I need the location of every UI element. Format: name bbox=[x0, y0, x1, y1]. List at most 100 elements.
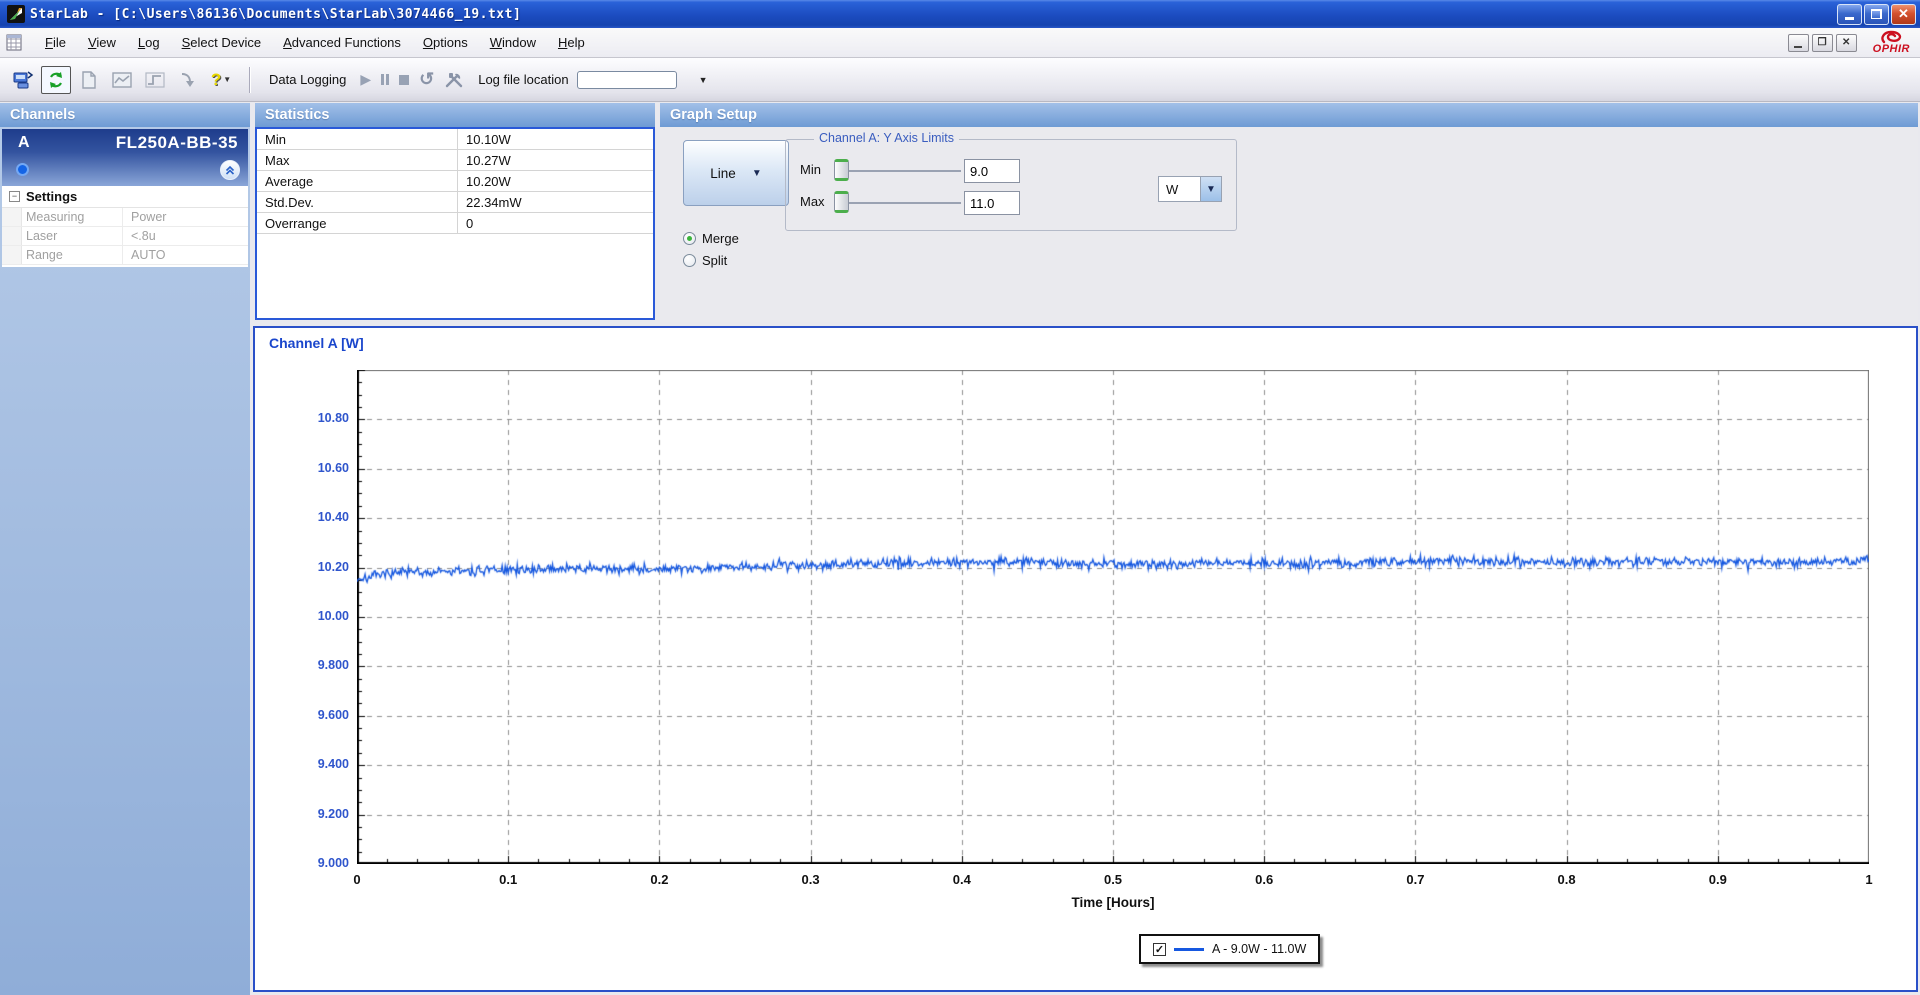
ophir-logo: OPHIR bbox=[1873, 30, 1910, 55]
x-tick-0.1: 0.1 bbox=[499, 872, 517, 887]
settings-rows: MeasuringPowerLaser<.8uRangeAUTO bbox=[2, 208, 248, 265]
unit-value: W bbox=[1159, 177, 1200, 201]
y-tick-9.000: 9.000 bbox=[289, 856, 349, 870]
legend-checkbox[interactable]: ✓ bbox=[1153, 943, 1166, 956]
min-slider-track[interactable] bbox=[839, 170, 961, 172]
menu-bar: FileViewLogSelect DeviceAdvanced Functio… bbox=[0, 28, 1920, 58]
y-tick-9.200: 9.200 bbox=[289, 807, 349, 821]
stats-row-label: Min bbox=[257, 132, 457, 147]
settings-row-laser: Laser<.8u bbox=[2, 227, 248, 246]
split-radio[interactable]: Split bbox=[683, 253, 727, 268]
legend-line-sample bbox=[1174, 948, 1204, 951]
menu-window[interactable]: Window bbox=[480, 32, 546, 53]
merge-radio-label: Merge bbox=[702, 231, 739, 246]
x-tick-0.6: 0.6 bbox=[1255, 872, 1273, 887]
unit-select[interactable]: W ▼ bbox=[1158, 176, 1222, 202]
channel-model: FL250A-BB-35 bbox=[116, 133, 238, 153]
log-file-location-input[interactable] bbox=[577, 71, 677, 89]
x-axis-label: Time [Hours] bbox=[1071, 895, 1154, 910]
menu-help[interactable]: Help bbox=[548, 32, 595, 53]
tools-icon[interactable] bbox=[444, 71, 464, 89]
plot-type-dropdown[interactable]: Line ▼ bbox=[683, 140, 789, 206]
menu-file[interactable]: File bbox=[35, 32, 76, 53]
stats-row-stddev: Std.Dev.22.34mW bbox=[257, 192, 653, 213]
settings-expander[interactable]: − bbox=[9, 191, 20, 202]
document-grid-icon bbox=[6, 34, 25, 51]
merge-radio-icon bbox=[683, 232, 696, 245]
y-tick-9.400: 9.400 bbox=[289, 757, 349, 771]
minimize-icon bbox=[1845, 17, 1854, 20]
stats-row-value: 0 bbox=[457, 213, 653, 233]
split-radio-label: Split bbox=[702, 253, 727, 268]
menu-advanced-functions[interactable]: Advanced Functions bbox=[273, 32, 411, 53]
starlab-app-icon bbox=[7, 5, 25, 23]
graph-setup-panel: Graph Setup Line ▼ Channel A: Y Axis Lim… bbox=[660, 103, 1918, 322]
x-tick-0.4: 0.4 bbox=[953, 872, 971, 887]
select-device-button[interactable] bbox=[8, 66, 38, 94]
y-tick-10.80: 10.80 bbox=[289, 411, 349, 425]
close-icon: ✕ bbox=[1898, 6, 1909, 22]
toolbar: ? ▼ Data Logging ▶ ↺ Log file location ▼ bbox=[0, 58, 1920, 102]
y-max-input[interactable] bbox=[964, 191, 1020, 215]
restore-icon bbox=[1871, 9, 1882, 19]
collapse-channel-button[interactable] bbox=[220, 160, 240, 180]
chart-panel: Channel A [W] 10.8010.6010.4010.2010.009… bbox=[253, 326, 1918, 992]
y-tick-10.00: 10.00 bbox=[289, 609, 349, 623]
chart-button[interactable] bbox=[107, 66, 137, 94]
help-dropdown-icon: ▼ bbox=[223, 75, 231, 84]
mdi-minimize-icon bbox=[1794, 46, 1802, 48]
plot-type-value: Line bbox=[710, 166, 736, 181]
reset-icon[interactable]: ↺ bbox=[419, 69, 434, 90]
max-slider-track[interactable] bbox=[839, 202, 961, 204]
page-icon bbox=[80, 70, 98, 90]
menu-view[interactable]: View bbox=[78, 32, 126, 53]
statistics-panel: Statistics Min10.10WMax10.27WAverage10.2… bbox=[255, 103, 655, 320]
max-slider-handle[interactable] bbox=[834, 191, 849, 213]
mdi-minimize-button[interactable] bbox=[1788, 34, 1809, 52]
min-slider-handle[interactable] bbox=[834, 159, 849, 181]
x-tick-0.3: 0.3 bbox=[802, 872, 820, 887]
mdi-restore-button[interactable]: ❐ bbox=[1812, 34, 1833, 52]
minimize-button[interactable] bbox=[1837, 4, 1862, 25]
step-function-button[interactable] bbox=[140, 66, 170, 94]
unit-chevron-down-icon: ▼ bbox=[1200, 177, 1221, 201]
log-location-dropdown-icon[interactable]: ▼ bbox=[699, 75, 708, 85]
merge-radio[interactable]: Merge bbox=[683, 231, 739, 246]
stats-row-label: Max bbox=[257, 153, 457, 168]
close-button[interactable]: ✕ bbox=[1891, 4, 1916, 25]
chevron-up-icon bbox=[224, 164, 236, 176]
page-button[interactable] bbox=[74, 66, 104, 94]
stats-row-value: 22.34mW bbox=[457, 192, 653, 212]
refresh-button[interactable] bbox=[41, 66, 71, 94]
y-axis-limits-group: Channel A: Y Axis Limits Min Max W ▼ bbox=[785, 139, 1237, 231]
settings-row-value: <.8u bbox=[122, 227, 248, 245]
export-icon bbox=[178, 70, 198, 90]
y-min-input[interactable] bbox=[964, 159, 1020, 183]
chart-legend: ✓ A - 9.0W - 11.0W bbox=[1139, 934, 1320, 964]
ophir-swoosh-icon bbox=[1878, 30, 1904, 44]
export-button[interactable] bbox=[173, 66, 203, 94]
menu-select-device[interactable]: Select Device bbox=[172, 32, 271, 53]
settings-row-value: Power bbox=[122, 208, 248, 226]
restore-button[interactable] bbox=[1864, 4, 1889, 25]
menu-options[interactable]: Options bbox=[413, 32, 478, 53]
graph-setup-body: Line ▼ Channel A: Y Axis Limits Min Max … bbox=[660, 127, 1918, 322]
help-button[interactable]: ? ▼ bbox=[206, 66, 236, 94]
pause-icon[interactable] bbox=[381, 74, 389, 85]
chevron-down-icon: ▼ bbox=[752, 168, 762, 179]
refresh-icon bbox=[46, 70, 66, 90]
y-tick-10.60: 10.60 bbox=[289, 461, 349, 475]
help-icon: ? bbox=[211, 70, 221, 90]
x-tick-0.7: 0.7 bbox=[1406, 872, 1424, 887]
play-icon[interactable]: ▶ bbox=[360, 71, 371, 88]
chart-plot-area[interactable] bbox=[357, 370, 1869, 864]
stats-row-label: Average bbox=[257, 174, 457, 189]
stop-icon[interactable] bbox=[399, 75, 409, 85]
menu-log[interactable]: Log bbox=[128, 32, 170, 53]
mdi-close-button[interactable]: ✕ bbox=[1836, 34, 1857, 52]
x-tick-0.9: 0.9 bbox=[1709, 872, 1727, 887]
x-tick-0.8: 0.8 bbox=[1558, 872, 1576, 887]
y-tick-10.40: 10.40 bbox=[289, 510, 349, 524]
graph-setup-header: Graph Setup bbox=[660, 103, 1918, 127]
channel-card-a[interactable]: A FL250A-BB-35 bbox=[2, 129, 248, 186]
